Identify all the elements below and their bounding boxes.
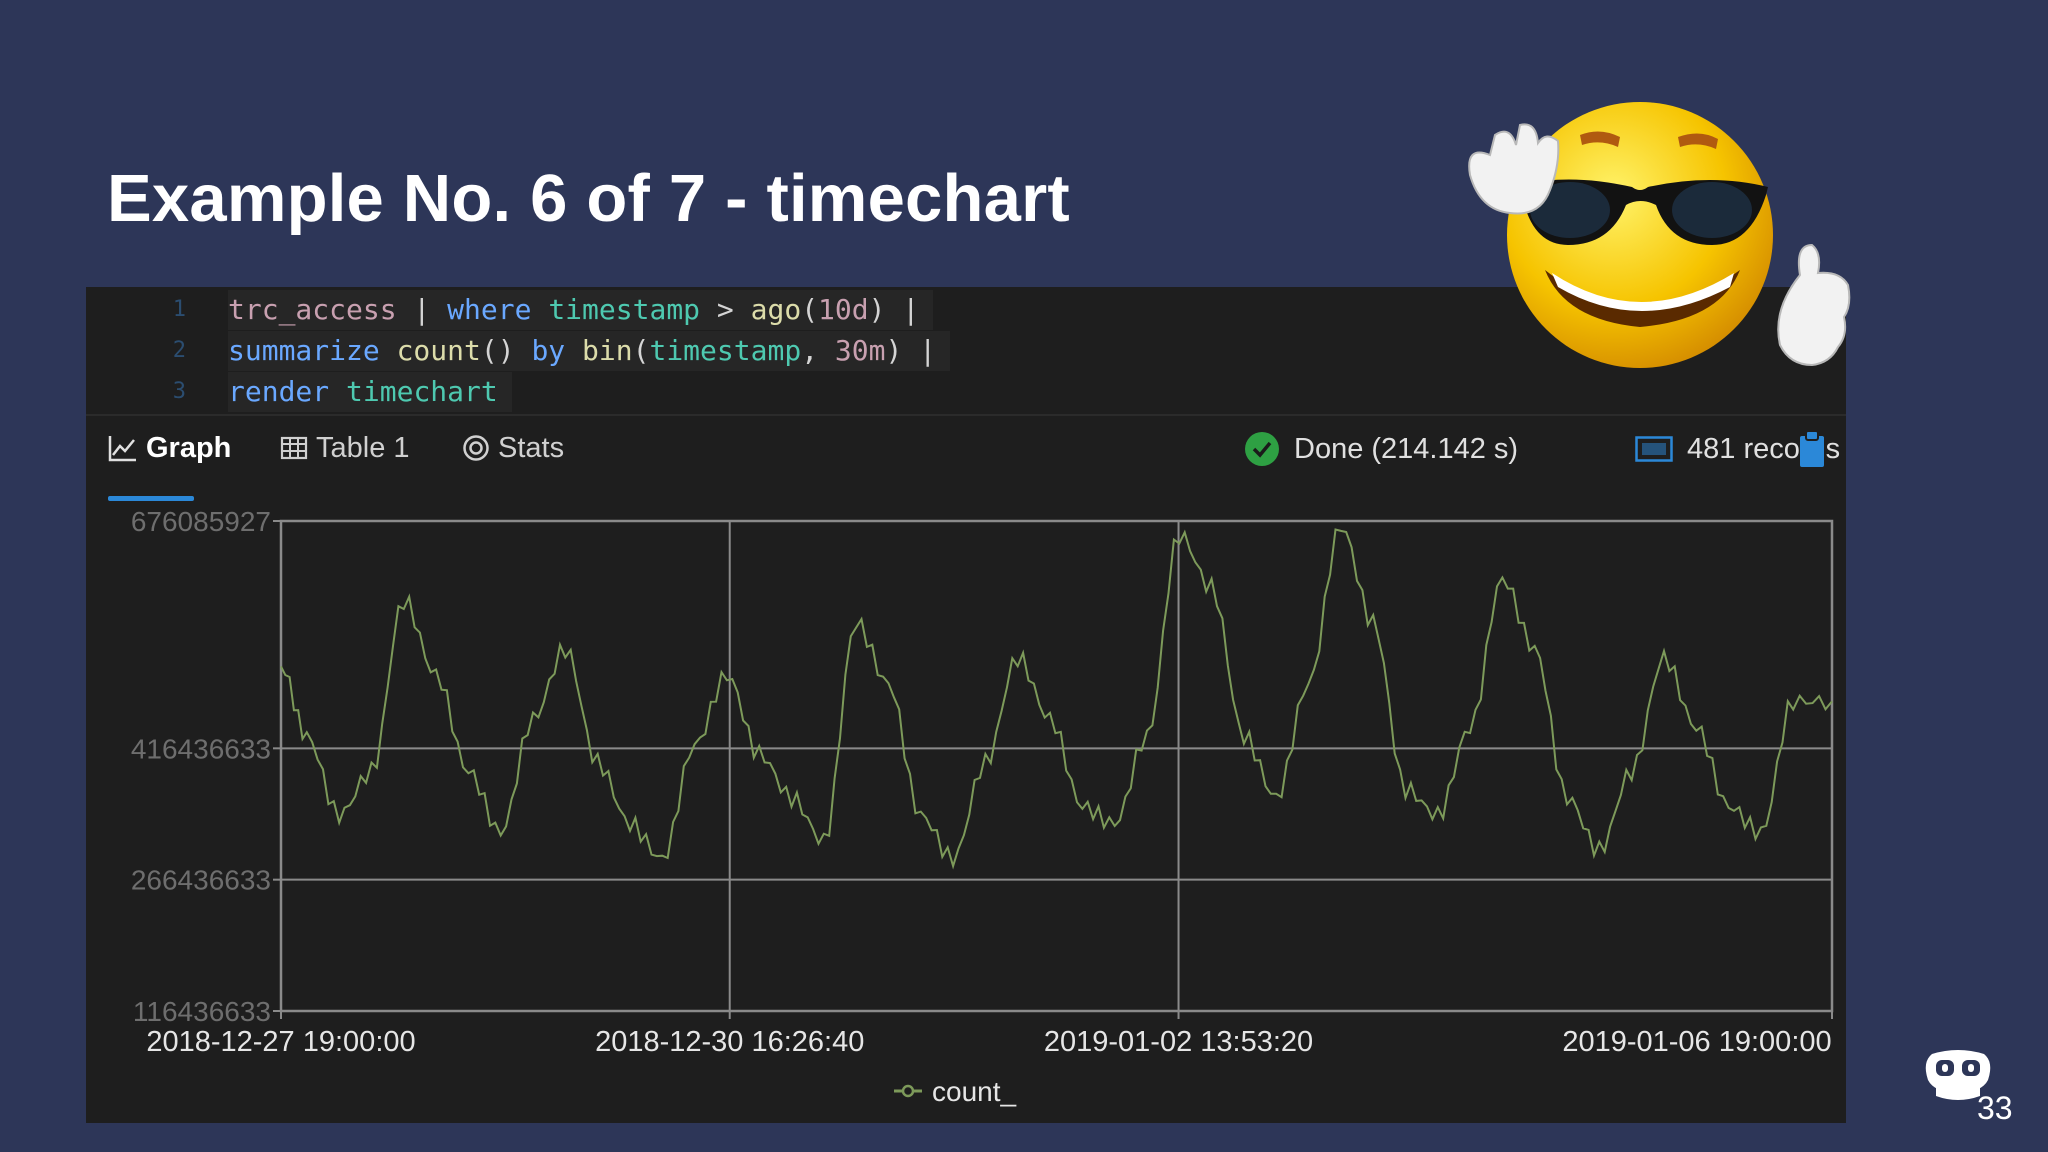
x-tick-label: 2018-12-30 16:26:40 — [595, 1026, 864, 1058]
sunglasses-emoji-sticker — [1468, 102, 1851, 368]
code-text[interactable]: render timechart — [228, 372, 512, 412]
line-number: 3 — [172, 379, 186, 404]
tab-stats[interactable]: Stats — [462, 417, 564, 479]
legend-label: count_ — [932, 1076, 1016, 1107]
series-line-count — [280, 528, 1833, 870]
clipboard-icon[interactable] — [1798, 429, 1826, 469]
line-number: 2 — [172, 338, 186, 363]
results-toolbar: Graph Table 1 Stats Done (214.142 s) 481… — [86, 417, 1846, 487]
check-circle-icon — [1245, 432, 1279, 466]
y-tick-label: 676085927 — [131, 507, 271, 537]
line-chart-icon — [108, 436, 136, 462]
slide-title: Example No. 6 of 7 - timechart — [107, 161, 1070, 236]
tab-label: Stats — [498, 431, 565, 464]
code-text[interactable]: summarize count() by bin(timestamp, 30m)… — [228, 331, 951, 371]
tab-label: Table 1 — [316, 431, 410, 464]
x-tick-label: 2019-01-06 19:00:00 — [1562, 1026, 1831, 1058]
timechart-svg[interactable]: 6760859274164366332664366331164366332018… — [86, 506, 1846, 1123]
tab-label: Graph — [146, 431, 232, 464]
code-text[interactable]: trc_access | where timestamp > ago(10d) … — [228, 290, 934, 330]
x-tick-label: 2019-01-02 13:53:20 — [1044, 1026, 1313, 1058]
page-number: 33 — [1977, 1090, 2013, 1126]
x-tick-label: 2018-12-27 19:00:00 — [146, 1026, 415, 1058]
legend-swatch-marker — [901, 1084, 915, 1098]
line-number: 1 — [172, 297, 186, 322]
y-tick-label: 416436633 — [131, 733, 271, 764]
y-tick-label: 266436633 — [131, 865, 271, 896]
tab-table-1[interactable]: Table 1 — [280, 417, 410, 479]
records-counter-icon — [1635, 436, 1673, 462]
done-status-text: Done (214.142 s) — [1294, 432, 1519, 465]
active-tab-indicator — [108, 496, 194, 501]
table-icon — [280, 436, 308, 460]
plot-frame — [279, 519, 1834, 1013]
query-status: Done (214.142 s) — [1244, 417, 1518, 481]
query-result-window: 1 trc_access | where timestamp > ago(10d… — [86, 287, 1846, 1123]
stats-icon — [463, 435, 489, 461]
tab-graph[interactable]: Graph — [108, 417, 231, 479]
y-tick-label: 116436633 — [133, 996, 271, 1027]
timechart[interactable]: 676085927 416436633 266436633 116436633 2018… — [86, 506, 1846, 1123]
